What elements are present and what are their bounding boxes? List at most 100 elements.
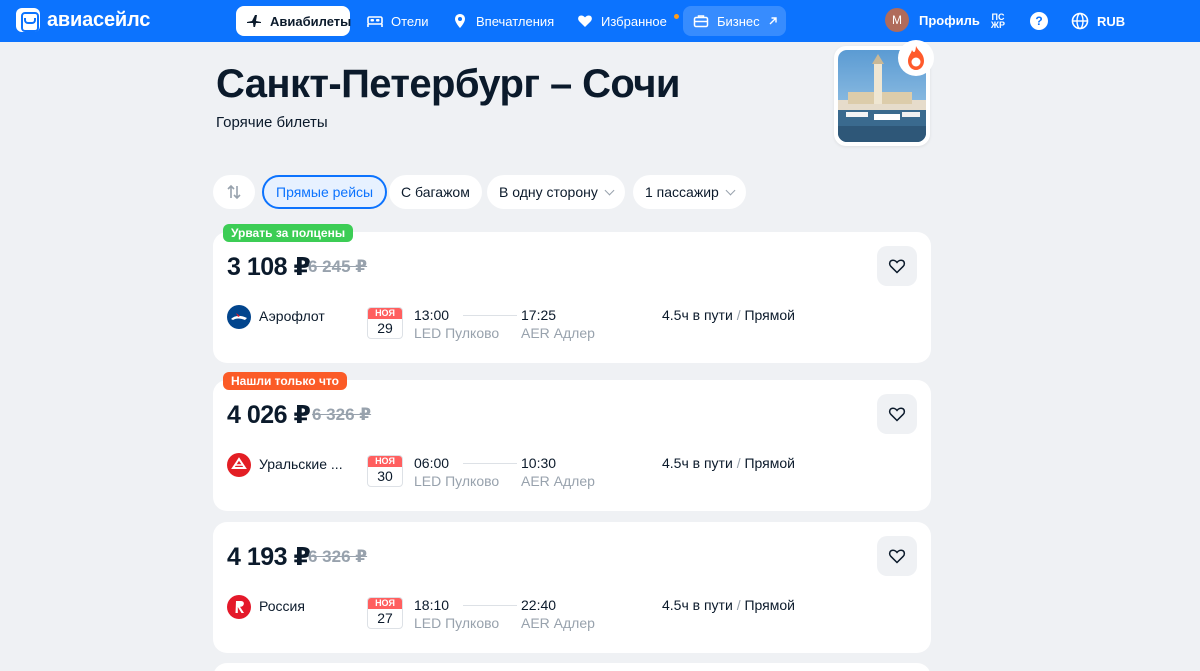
departure-time: 06:00: [414, 455, 450, 471]
favorite-button[interactable]: [877, 394, 917, 434]
psj-icon: ПС ЖР: [990, 12, 1006, 30]
tab-favorites-label: Избранное: [601, 13, 667, 29]
ticket-old-price: 6 326 ₽: [312, 405, 372, 424]
profile-button[interactable]: М Профиль: [885, 8, 980, 32]
aeroflot-logo-icon: [227, 305, 251, 329]
tab-business[interactable]: Бизнес: [683, 6, 786, 36]
flight-duration: 4.5ч в пути / Прямой: [662, 597, 795, 613]
currency-button[interactable]: RUB: [1071, 12, 1125, 30]
tab-business-label: Бизнес: [717, 13, 760, 29]
flight-date: НОЯ 30: [367, 455, 403, 487]
top-navigation-bar: авиасейлс Авиабилеты Отели Впечатления И…: [0, 0, 1200, 42]
hot-fire-icon: [898, 40, 934, 76]
stops-text: Прямой: [744, 455, 795, 471]
flight-month: НОЯ: [368, 456, 402, 467]
pin-icon: [452, 13, 468, 29]
profile-label: Профиль: [919, 12, 980, 28]
flight-day: 27: [377, 610, 393, 626]
logo-text: авиасейлс: [47, 8, 151, 31]
duration-text: 4.5ч в пути: [662, 597, 733, 613]
destination-image: [834, 40, 934, 146]
filter-passengers-dropdown[interactable]: 1 пассажир: [633, 175, 746, 209]
filter-trip-type-dropdown[interactable]: В одну сторону: [487, 175, 625, 209]
psj-button[interactable]: ПС ЖР: [989, 12, 1007, 30]
flight-date: НОЯ 29: [367, 307, 403, 339]
ticket-card[interactable]: 4 193 ₽ 6 326 ₽ Россия НОЯ 27 18:10 LED …: [213, 522, 931, 653]
chevron-down-icon: [604, 185, 615, 195]
stops-text: Прямой: [744, 597, 795, 613]
ticket-badge: Нашли только что: [223, 372, 347, 390]
help-button[interactable]: ?: [1030, 12, 1048, 30]
plane-icon: [246, 13, 262, 29]
external-arrow-icon: [768, 16, 778, 26]
filter-direct-flights[interactable]: Прямые рейсы: [262, 175, 388, 209]
page-title: Санкт-Петербург – Сочи: [216, 62, 680, 106]
filter-direct-label: Прямые рейсы: [276, 184, 374, 200]
tab-flights-label: Авиабилеты: [270, 13, 352, 29]
arrival-airport: AER Адлер: [521, 325, 595, 341]
tab-flights[interactable]: Авиабилеты: [236, 6, 352, 36]
route-line: [463, 463, 517, 464]
favorite-button[interactable]: [877, 246, 917, 286]
ticket-price: 4 026 ₽: [227, 401, 311, 429]
departure-airport: LED Пулково: [414, 473, 500, 489]
ticket-price: 3 108 ₽: [227, 253, 311, 281]
route-line: [463, 315, 517, 316]
tab-hotels[interactable]: Отели: [357, 6, 439, 36]
stops-text: Прямой: [744, 307, 795, 323]
ticket-price: 4 193 ₽: [227, 543, 311, 571]
duration-separator: /: [736, 307, 741, 323]
ticket-old-price: 6 245 ₽: [308, 257, 368, 276]
tab-experiences[interactable]: Впечатления: [442, 6, 564, 36]
currency-label: RUB: [1097, 13, 1126, 29]
arrival-airport: AER Адлер: [521, 615, 595, 631]
departure-time: 13:00: [414, 307, 450, 323]
filter-baggage-label: С багажом: [401, 184, 470, 200]
bed-icon: [367, 13, 383, 29]
duration-separator: /: [736, 597, 741, 613]
airline-name: Уральские ...: [259, 456, 343, 472]
heart-icon: [577, 13, 593, 29]
departure-time: 18:10: [414, 597, 450, 613]
heart-outline-icon: [888, 547, 906, 565]
page-subtitle: Горячие билеты: [216, 114, 328, 131]
swap-arrows-icon: [225, 183, 243, 201]
departure-airport: LED Пулково: [414, 615, 500, 631]
chevron-down-icon: [725, 185, 736, 195]
heart-outline-icon: [888, 257, 906, 275]
duration-text: 4.5ч в пути: [662, 455, 733, 471]
flight-day: 30: [377, 468, 393, 484]
filter-baggage[interactable]: С багажом: [389, 175, 482, 209]
help-icon: ?: [1030, 12, 1048, 30]
flight-month: НОЯ: [368, 598, 402, 609]
ticket-badge: Урвать за полцены: [223, 224, 354, 242]
arrival-time: 10:30: [521, 455, 557, 471]
duration-text: 4.5ч в пути: [662, 307, 733, 323]
logo-icon: [16, 8, 40, 32]
departure-airport: LED Пулково: [414, 325, 500, 341]
flight-month: НОЯ: [368, 308, 402, 319]
flight-date: НОЯ 27: [367, 597, 403, 629]
duration-separator: /: [736, 455, 741, 471]
aviasales-logo[interactable]: авиасейлс: [16, 8, 150, 32]
route-line: [463, 605, 517, 606]
ticket-old-price: 6 326 ₽: [308, 547, 368, 566]
ticket-card-partial[interactable]: [213, 663, 931, 671]
filter-trip-type-label: В одну сторону: [499, 184, 598, 200]
ticket-card[interactable]: Урвать за полцены 3 108 ₽ 6 245 ₽ Аэрофл…: [213, 224, 931, 363]
airline-name: Аэрофлот: [259, 308, 325, 324]
tab-favorites[interactable]: Избранное: [567, 6, 683, 36]
ural-airlines-logo-icon: [227, 453, 251, 477]
rossiya-logo-icon: [227, 595, 251, 619]
swap-route-button[interactable]: [213, 175, 255, 209]
flight-day: 29: [377, 320, 393, 336]
ticket-card[interactable]: Нашли только что 4 026 ₽ 6 326 ₽ Уральск…: [213, 372, 931, 511]
airline-name: Россия: [259, 598, 305, 614]
briefcase-icon: [693, 13, 709, 29]
flight-duration: 4.5ч в пути / Прямой: [662, 455, 795, 471]
tab-hotels-label: Отели: [391, 13, 429, 29]
favorite-button[interactable]: [877, 536, 917, 576]
heart-outline-icon: [888, 405, 906, 423]
globe-icon: [1071, 12, 1089, 30]
arrival-airport: AER Адлер: [521, 473, 595, 489]
